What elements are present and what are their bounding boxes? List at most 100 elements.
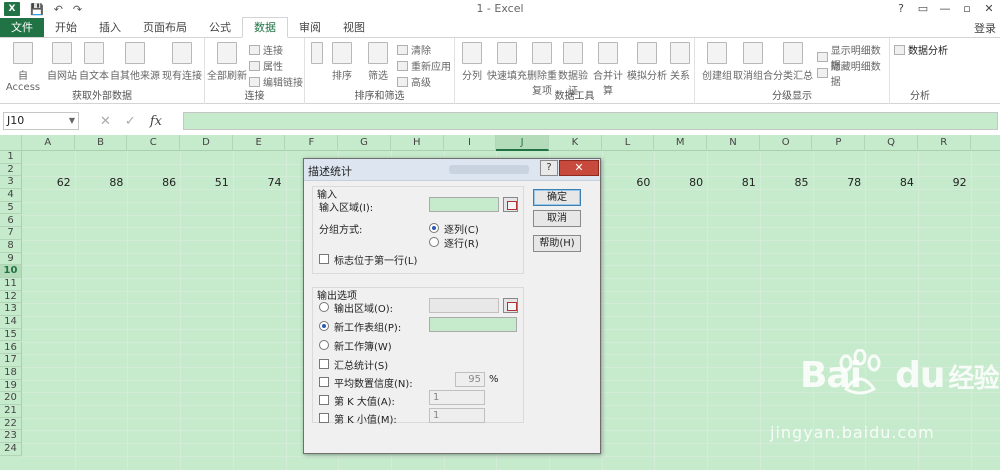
row-header-12[interactable]: 12 [0,290,22,304]
cell-b3[interactable]: 88 [75,176,123,189]
labels-first-row-checkbox[interactable] [319,254,329,264]
what-if-analysis-button[interactable]: 模拟分析 [627,42,667,82]
data-analysis-button[interactable]: 数据分析 [894,42,948,57]
cell-r3[interactable]: 92 [918,176,967,189]
column-header-i[interactable]: I [444,135,497,151]
cell-e3[interactable]: 74 [233,176,281,189]
chevron-down-icon[interactable]: ▼ [69,113,75,129]
row-header-16[interactable]: 16 [0,341,22,355]
new-workbook-radio[interactable] [319,340,329,350]
row-header-20[interactable]: 20 [0,392,22,405]
row-header-4[interactable]: 4 [0,189,22,202]
column-header-p[interactable]: P [813,135,866,151]
help-button[interactable]: 帮助(H) [533,235,581,252]
new-sheet-name-field[interactable] [429,317,517,332]
cancel-entry-icon[interactable]: ✕ [100,114,111,129]
row-header-21[interactable]: 21 [0,405,22,418]
tab-home[interactable]: 开始 [44,18,88,37]
tab-view[interactable]: 视图 [332,18,376,37]
group-button[interactable]: 创建组 [701,42,733,82]
cell-c3[interactable]: 86 [127,176,176,189]
row-header-13[interactable]: 13 [0,303,22,317]
column-header-l[interactable]: L [602,135,655,151]
column-header-j[interactable]: J [496,135,549,151]
row-header-3[interactable]: 3 [0,176,22,190]
column-header-f[interactable]: F [286,135,339,151]
reapply-button[interactable]: 重新应用 [397,58,451,73]
cell-d3[interactable]: 51 [180,176,229,189]
cell-m3[interactable]: 80 [654,176,703,189]
confirm-entry-icon[interactable]: ✓ [125,114,136,129]
row-header-6[interactable]: 6 [0,214,22,228]
properties-button[interactable]: 属性 [249,58,283,73]
close-icon[interactable]: ✕ [978,0,1000,18]
confidence-checkbox[interactable] [319,377,329,387]
tab-data[interactable]: 数据 [242,17,288,38]
column-header-e[interactable]: E [233,135,286,151]
cancel-button[interactable]: 取消 [533,210,581,227]
formula-input[interactable] [183,112,998,130]
row-header-22[interactable]: 22 [0,417,22,431]
output-range-collapse-icon[interactable] [503,298,518,313]
column-header-r[interactable]: R [918,135,971,151]
dialog-help-button[interactable]: ? [540,160,558,176]
output-range-field[interactable] [429,298,499,313]
row-header-11[interactable]: 11 [0,278,22,291]
row-header-18[interactable]: 18 [0,366,22,380]
help-icon[interactable]: ? [890,0,912,18]
from-web-button[interactable]: 自网站 [46,42,78,82]
row-header-15[interactable]: 15 [0,328,22,342]
by-columns-radio[interactable] [429,223,439,233]
from-text-button[interactable]: 自文本 [78,42,110,82]
row-header-9[interactable]: 9 [0,252,22,266]
cell-p3[interactable]: 78 [813,176,861,189]
column-header-o[interactable]: O [760,135,813,151]
redo-icon[interactable]: ↷ [73,3,82,16]
row-header-17[interactable]: 17 [0,354,22,367]
insert-function-icon[interactable]: fx [150,114,162,129]
text-to-columns-button[interactable]: 分列 [459,42,485,82]
new-sheet-radio[interactable] [319,321,329,331]
kth-largest-field[interactable]: 1 [429,390,485,405]
relationships-button[interactable]: 关系 [667,42,693,82]
dialog-close-button[interactable]: ✕ [559,160,599,176]
row-header-10[interactable]: 10 [0,265,22,278]
kth-smallest-checkbox[interactable] [319,413,329,423]
row-header-5[interactable]: 5 [0,201,22,215]
by-rows-radio[interactable] [429,237,439,247]
column-header-m[interactable]: M [654,135,708,151]
save-icon[interactable]: 💾 [30,3,44,16]
hide-detail-button[interactable]: 隐藏明细数据 [817,58,889,88]
output-range-radio[interactable] [319,302,329,312]
subtotal-button[interactable]: 分类汇总 [773,42,813,82]
row-header-14[interactable]: 14 [0,316,22,329]
row-header-7[interactable]: 7 [0,227,22,240]
flash-fill-button[interactable]: 快速填充 [487,42,527,82]
ok-button[interactable]: 确定 [533,189,581,206]
row-header-19[interactable]: 19 [0,379,22,393]
sort-button[interactable]: 排序 [327,42,357,82]
name-box[interactable]: J10 ▼ [3,112,79,130]
summary-stats-checkbox[interactable] [319,359,329,369]
cell-n3[interactable]: 81 [707,176,756,189]
confidence-field[interactable]: 95 [455,372,485,387]
cell-o3[interactable]: 85 [760,176,808,189]
connections-small-button[interactable]: 连接 [249,42,283,57]
row-header-1[interactable]: 1 [0,151,22,164]
sort-az-button[interactable] [309,42,325,67]
row-header-8[interactable]: 8 [0,239,22,253]
tab-page-layout[interactable]: 页面布局 [132,18,198,37]
input-range-field[interactable] [429,197,499,212]
column-header-h[interactable]: H [391,135,444,151]
kth-smallest-field[interactable]: 1 [429,408,485,423]
dialog-title-bar[interactable]: 描述统计 ? ✕ [304,159,600,181]
existing-connections-button[interactable]: 现有连接 [160,42,204,82]
login-link[interactable]: 登录 [974,20,996,36]
column-header-k[interactable]: K [549,135,602,151]
column-header-a[interactable]: A [22,135,75,151]
column-header-g[interactable]: G [338,135,391,151]
kth-largest-checkbox[interactable] [319,395,329,405]
tab-formulas[interactable]: 公式 [198,18,242,37]
tab-review[interactable]: 审阅 [288,18,332,37]
minimize-icon[interactable]: — [934,0,956,18]
